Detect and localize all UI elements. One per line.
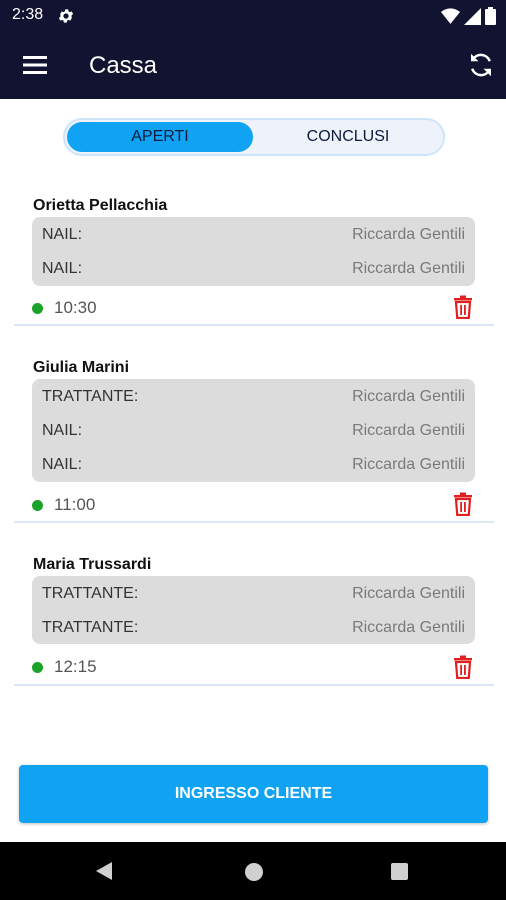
signal-icon [464, 7, 481, 30]
service-type: NAIL: [42, 456, 83, 473]
client-card[interactable]: Orietta Pellacchia NAIL: Riccarda Gentil… [14, 190, 494, 326]
client-card[interactable]: Maria Trussardi TRATTANTE: Riccarda Gent… [14, 549, 494, 686]
appointment-time: 10:30 [54, 298, 97, 317]
services-list: TRATTANTE: Riccarda Gentili NAIL: Riccar… [32, 379, 475, 482]
service-row: TRATTANTE: Riccarda Gentili [42, 577, 465, 611]
status-bar: 2:38 [0, 0, 506, 32]
gear-icon [57, 7, 75, 30]
service-type: NAIL: [42, 260, 83, 277]
service-operator: Riccarda Gentili [352, 226, 465, 243]
ingresso-cliente-button[interactable]: INGRESSO CLIENTE [19, 765, 488, 823]
trash-icon[interactable] [452, 655, 474, 680]
status-dot [32, 302, 43, 314]
service-type: NAIL: [42, 226, 83, 243]
service-operator: Riccarda Gentili [352, 422, 465, 439]
service-type: TRATTANTE: [42, 388, 139, 405]
client-name: Giulia Marini [33, 359, 130, 376]
service-row: NAIL: Riccarda Gentili [42, 448, 465, 482]
system-nav-bar [0, 842, 506, 900]
service-row: TRATTANTE: Riccarda Gentili [42, 380, 465, 414]
service-type: TRATTANTE: [42, 619, 139, 636]
tab-conclusi[interactable]: CONCLUSI [255, 122, 441, 152]
status-dot [32, 661, 43, 673]
client-name: Maria Trussardi [33, 556, 152, 573]
service-type: NAIL: [42, 422, 83, 439]
service-operator: Riccarda Gentili [352, 585, 465, 602]
status-tabs: APERTI CONCLUSI [63, 118, 445, 156]
refresh-icon[interactable] [466, 50, 496, 80]
tab-aperti[interactable]: APERTI [67, 122, 253, 152]
service-type: TRATTANTE: [42, 585, 139, 602]
page-title: Cassa [89, 52, 158, 79]
service-operator: Riccarda Gentili [352, 388, 465, 405]
status-dot [32, 499, 43, 511]
service-row: NAIL: Riccarda Gentili [42, 218, 465, 252]
service-row: NAIL: Riccarda Gentili [42, 414, 465, 448]
appointment-time-row: 11:00 [32, 495, 95, 515]
service-operator: Riccarda Gentili [352, 456, 465, 473]
hamburger-icon[interactable] [22, 52, 48, 78]
trash-icon[interactable] [452, 295, 474, 320]
services-list: NAIL: Riccarda Gentili NAIL: Riccarda Ge… [32, 217, 475, 286]
app-bar: Cassa [0, 32, 506, 99]
status-time: 2:38 [12, 6, 44, 23]
services-list: TRATTANTE: Riccarda Gentili TRATTANTE: R… [32, 576, 475, 644]
back-icon[interactable] [95, 861, 113, 886]
battery-icon [485, 7, 496, 30]
client-card[interactable]: Giulia Marini TRATTANTE: Riccarda Gentil… [14, 352, 494, 523]
appointment-time-row: 10:30 [32, 298, 97, 318]
recents-icon[interactable] [391, 863, 408, 880]
home-icon[interactable] [245, 863, 263, 881]
service-operator: Riccarda Gentili [352, 619, 465, 636]
service-operator: Riccarda Gentili [352, 260, 465, 277]
appointment-time: 11:00 [54, 495, 96, 514]
service-row: NAIL: Riccarda Gentili [42, 252, 465, 286]
trash-icon[interactable] [452, 492, 474, 517]
client-name: Orietta Pellacchia [33, 197, 168, 214]
service-row: TRATTANTE: Riccarda Gentili [42, 611, 465, 645]
appointment-time: 12:15 [54, 657, 97, 676]
appointment-time-row: 12:15 [32, 657, 97, 677]
wifi-icon [441, 8, 460, 29]
